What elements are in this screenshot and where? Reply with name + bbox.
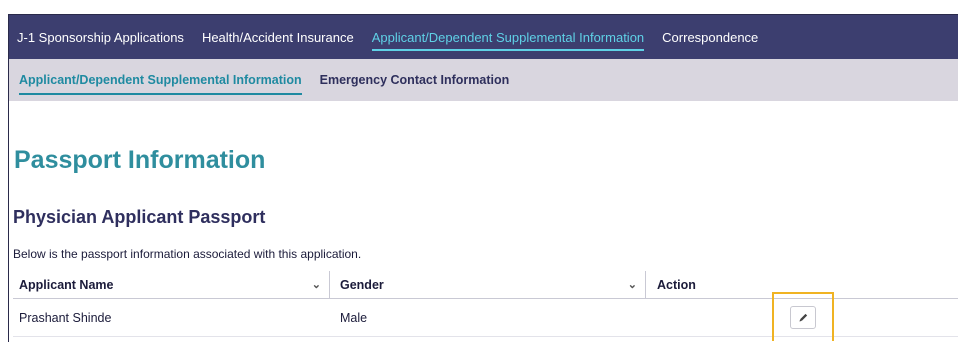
tab-correspondence[interactable]: Correspondence xyxy=(653,15,767,59)
column-header-gender[interactable]: Gender ⌄ xyxy=(330,271,646,298)
cell-applicant-name: Prashant Shinde xyxy=(19,310,112,325)
chevron-down-icon[interactable]: ⌄ xyxy=(628,278,637,291)
pencil-icon xyxy=(798,313,807,322)
subtab-applicant-dependent-supplemental-information[interactable]: Applicant/Dependent Supplemental Informa… xyxy=(9,59,311,101)
edit-button[interactable] xyxy=(790,306,816,329)
section-description: Below is the passport information associ… xyxy=(13,247,362,261)
tab-j1-sponsorship-applications[interactable]: J-1 Sponsorship Applications xyxy=(9,15,193,59)
chevron-down-icon[interactable]: ⌄ xyxy=(312,278,321,291)
top-nav: J-1 Sponsorship Applications Health/Acci… xyxy=(9,15,958,59)
tab-applicant-dependent-supplemental-information[interactable]: Applicant/Dependent Supplemental Informa… xyxy=(363,15,653,59)
page-title: Passport Information xyxy=(14,146,266,174)
column-label: Gender xyxy=(340,277,384,292)
section-title: Physician Applicant Passport xyxy=(13,207,266,227)
tab-health-accident-insurance[interactable]: Health/Accident Insurance xyxy=(193,15,363,59)
subtab-emergency-contact-information[interactable]: Emergency Contact Information xyxy=(311,59,519,101)
cell-gender: Male xyxy=(340,310,368,325)
column-label: Applicant Name xyxy=(19,277,114,292)
sub-nav: Applicant/Dependent Supplemental Informa… xyxy=(9,59,958,101)
column-label: Action xyxy=(657,277,696,292)
column-header-applicant-name[interactable]: Applicant Name ⌄ xyxy=(13,271,330,298)
